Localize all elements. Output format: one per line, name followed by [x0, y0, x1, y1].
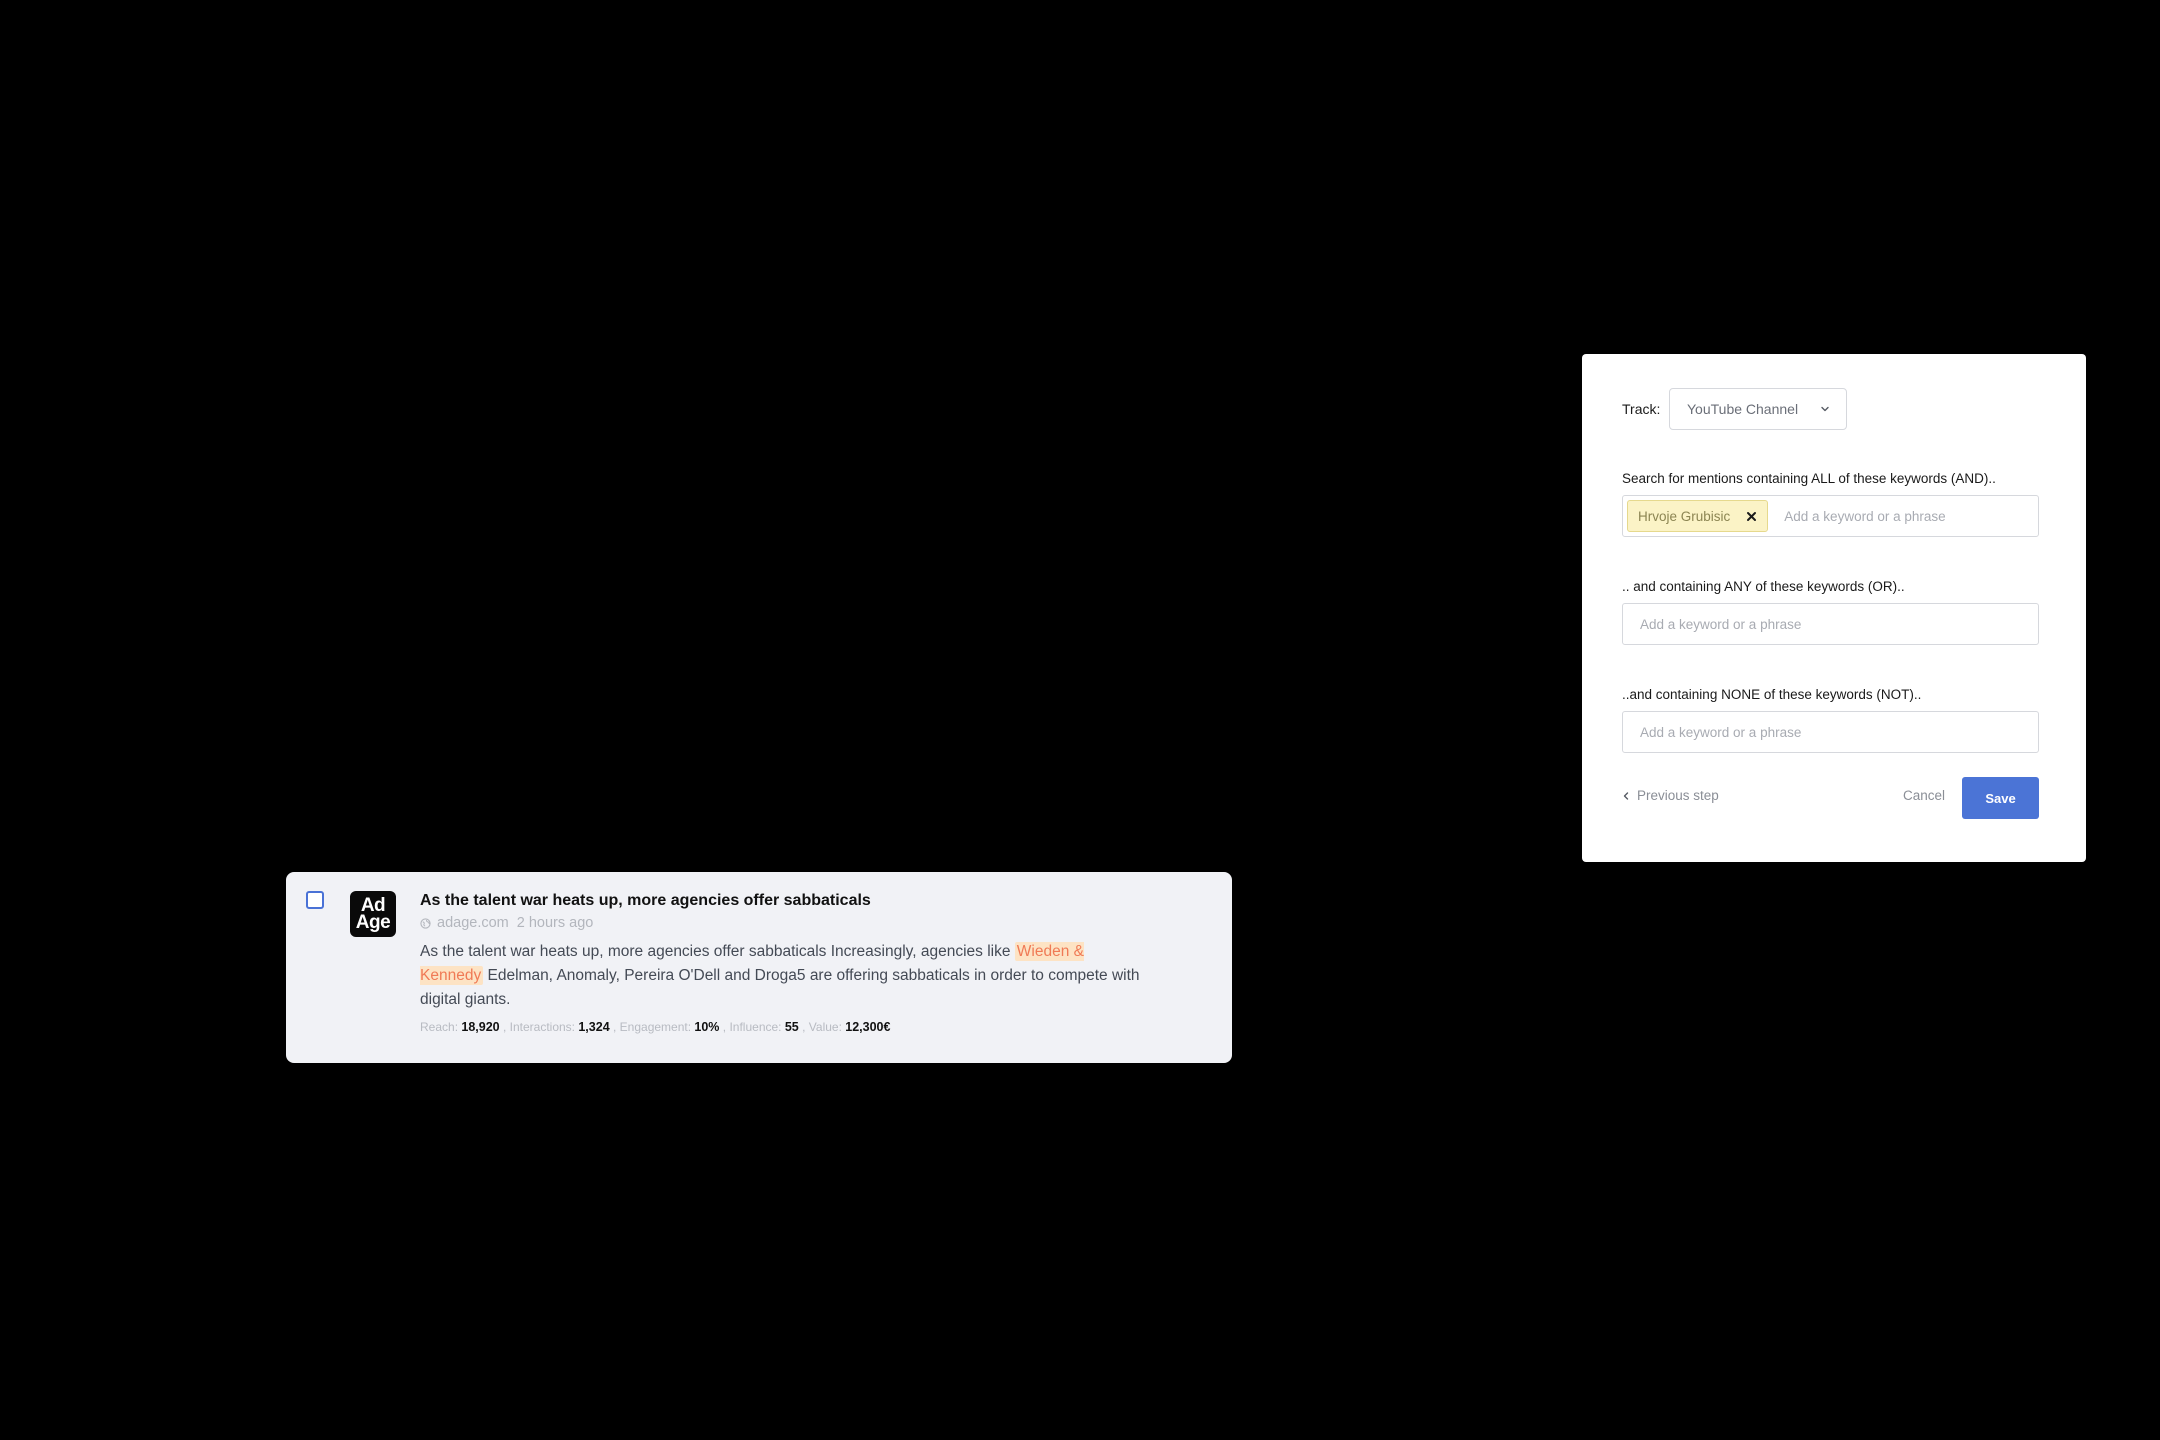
source-domain-link[interactable]: adage.com — [437, 913, 509, 933]
tracking-setup-panel: Track: YouTube Channel Search for mentio… — [1582, 354, 2086, 862]
mention-card: Ad Age As the talent war heats up, more … — [286, 872, 1232, 1063]
track-type-selected: YouTube Channel — [1687, 401, 1799, 417]
reach-label: Reach: — [420, 1020, 459, 1034]
mention-body-after: Edelman, Anomaly, Pereira O'Dell and Dro… — [420, 967, 1140, 1008]
not-keywords-field — [1622, 711, 2039, 753]
interactions-value: 1,324 — [578, 1020, 610, 1034]
mention-select-checkbox[interactable] — [306, 891, 324, 909]
track-label: Track: — [1622, 401, 1661, 417]
globe-icon — [420, 917, 431, 929]
keyword-chip-label: Hrvoje Grubisic — [1638, 508, 1731, 524]
not-keywords-label: ..and containing NONE of these keywords … — [1622, 687, 1922, 702]
track-type-select[interactable]: YouTube Channel — [1669, 388, 1847, 430]
mention-source: adage.com 2 hours ago — [420, 913, 1180, 933]
stats-separator: , — [502, 1020, 507, 1034]
previous-step-link[interactable]: Previous step — [1622, 788, 1719, 803]
not-keyword-input[interactable] — [1623, 712, 2038, 752]
and-keyword-input[interactable] — [1768, 496, 2038, 536]
and-keywords-label: Search for mentions containing ALL of th… — [1622, 471, 1996, 486]
keyword-chip: Hrvoje Grubisic — [1627, 500, 1769, 532]
mention-title[interactable]: As the talent war heats up, more agencie… — [420, 891, 1180, 911]
or-keywords-label: .. and containing ANY of these keywords … — [1622, 579, 1905, 594]
mention-timestamp: 2 hours ago — [516, 915, 594, 931]
value-value: 12,300€ — [845, 1020, 891, 1034]
engagement-label: Engagement: — [619, 1020, 692, 1034]
stats-separator: , — [722, 1020, 727, 1034]
influence-label: Influence: — [729, 1020, 782, 1034]
mention-content: As the talent war heats up, more agencie… — [420, 891, 1180, 1035]
mention-body: As the talent war heats up, more agencie… — [420, 940, 1150, 1012]
or-keyword-input[interactable] — [1623, 604, 2038, 644]
reach-value: 18,920 — [461, 1020, 500, 1034]
value-label: Value: — [808, 1020, 842, 1034]
previous-step-label: Previous step — [1637, 788, 1719, 803]
chevron-left-icon — [1623, 791, 1629, 800]
stats-separator: , — [802, 1020, 806, 1034]
stats-separator: , — [612, 1020, 617, 1034]
mention-body-before: As the talent war heats up, more agencie… — [420, 943, 1015, 960]
cancel-button[interactable]: Cancel — [1903, 788, 1945, 803]
close-icon[interactable] — [1746, 511, 1757, 522]
engagement-value: 10% — [694, 1020, 720, 1034]
adage-logo: Ad Age — [350, 891, 396, 937]
interactions-label: Interactions: — [509, 1020, 576, 1034]
logo-text-line2: Age — [355, 912, 391, 933]
or-keywords-field — [1622, 603, 2039, 645]
mention-stats: Reach: 18,920 , Interactions: 1,324 , En… — [420, 1019, 1180, 1035]
chevron-down-icon — [1821, 406, 1829, 412]
save-button[interactable]: Save — [1962, 777, 2039, 819]
influence-value: 55 — [784, 1020, 799, 1034]
and-keywords-field: Hrvoje Grubisic — [1622, 495, 2039, 537]
